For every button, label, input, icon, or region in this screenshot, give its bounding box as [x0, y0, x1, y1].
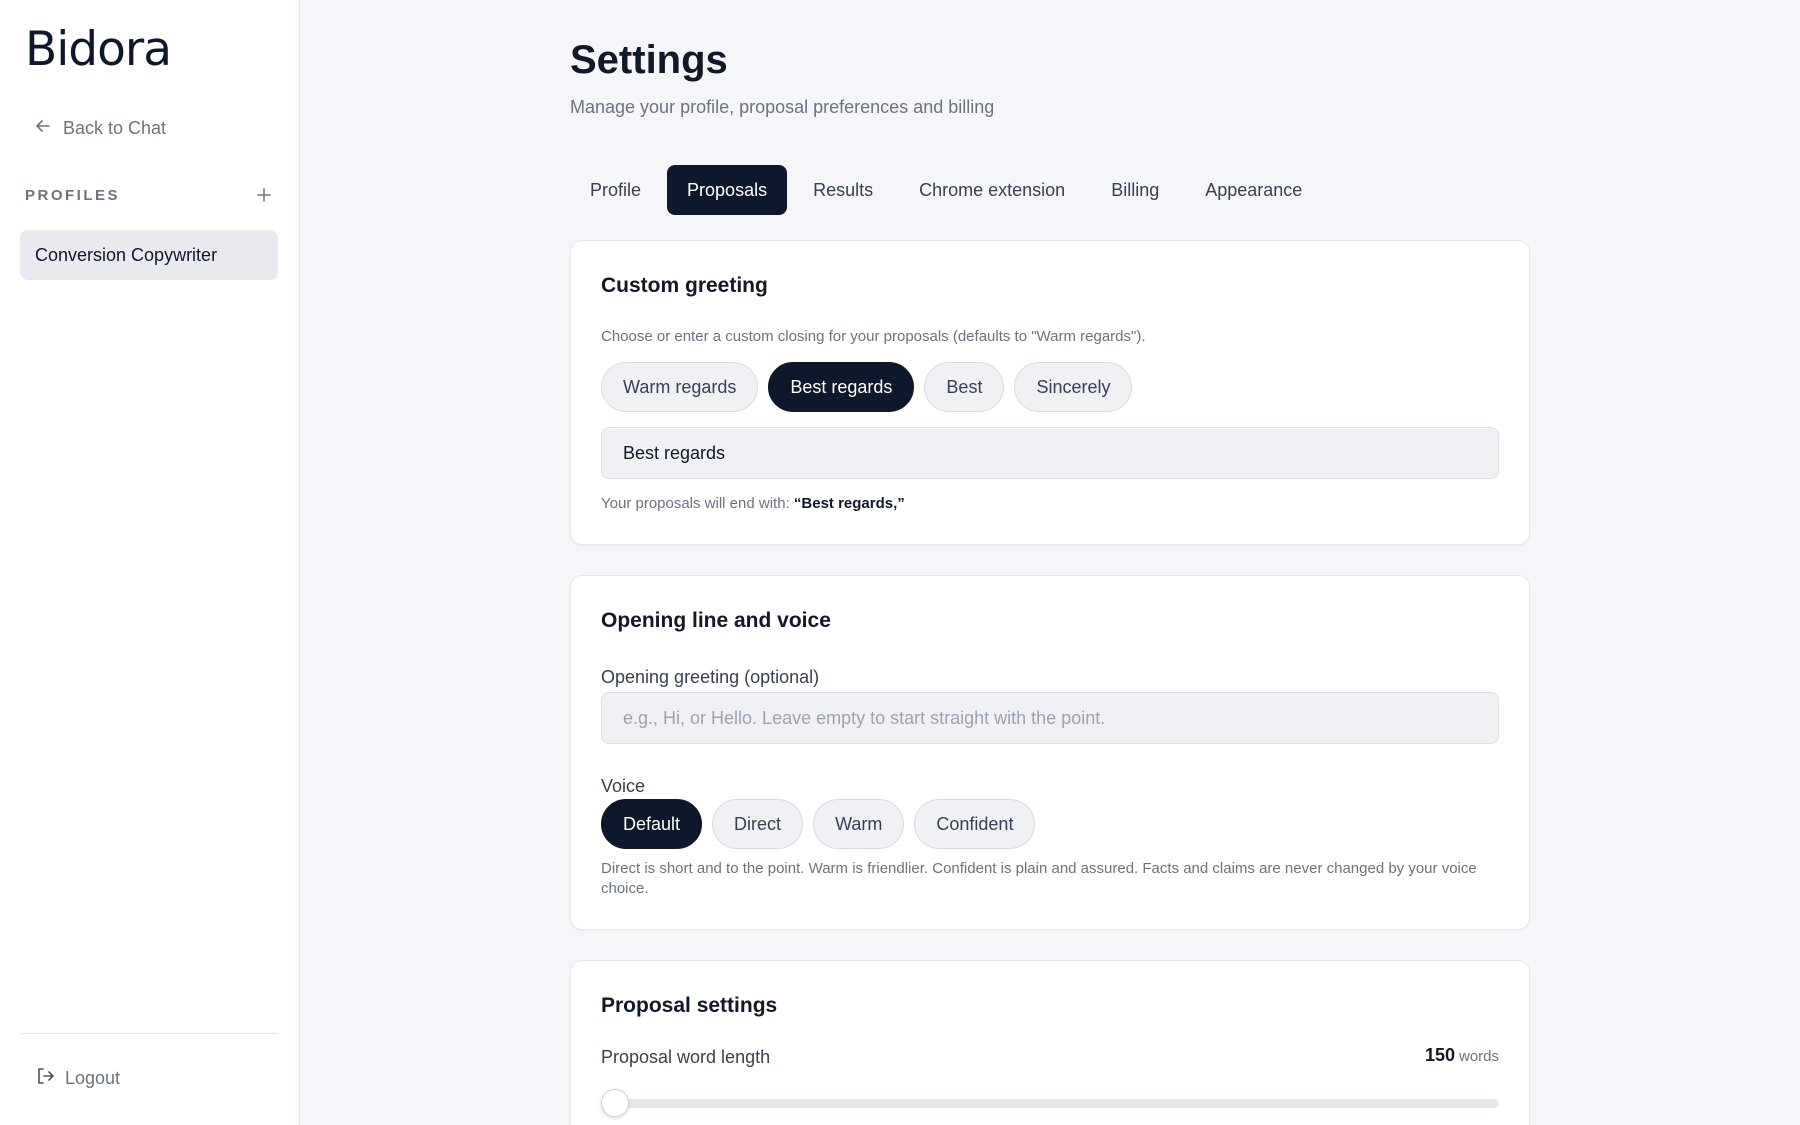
ending-preview-label: Your proposals will end with: [601, 495, 790, 512]
page-title: Settings [570, 38, 728, 82]
voice-option-confident[interactable]: Confident [914, 799, 1036, 849]
back-to-chat-label: Back to Chat [63, 117, 167, 138]
page-subtitle: Manage your profile, proposal preference… [570, 97, 995, 117]
word-length-unit: words [1458, 1048, 1499, 1065]
opening-greeting-label: Opening greeting (optional) [601, 667, 820, 687]
tab-results[interactable]: Results [793, 165, 893, 215]
profiles-header: PROFILES [25, 184, 275, 206]
logout-icon [35, 1066, 55, 1091]
settings-tabs: Profile Proposals Results Chrome extensi… [570, 165, 1322, 215]
voice-hint: Direct is short and to the point. Warm i… [601, 860, 1477, 897]
closing-option-best-regards[interactable]: Best regards [768, 362, 915, 412]
profiles-label: PROFILES [25, 186, 121, 204]
ending-preview-value: “Best regards,” [793, 495, 905, 512]
closing-options: Warm regards Best regards Best Sincerely [601, 362, 1133, 412]
custom-greeting-title: Custom greeting [601, 274, 768, 297]
brand-logo: Bidora [25, 22, 172, 77]
voice-option-warm[interactable]: Warm [813, 799, 905, 849]
tab-billing[interactable]: Billing [1091, 165, 1179, 215]
ending-preview: Your proposals will end with: “Best rega… [601, 495, 905, 512]
tab-profile[interactable]: Profile [570, 165, 661, 215]
add-profile-button[interactable] [253, 184, 275, 206]
voice-option-default[interactable]: Default [601, 799, 703, 849]
custom-closing-input[interactable] [601, 427, 1499, 479]
opening-voice-title: Opening line and voice [601, 609, 831, 632]
closing-option-sincerely[interactable]: Sincerely [1014, 362, 1133, 412]
voice-options: Default Direct Warm Confident [601, 799, 1036, 849]
profile-item-conversion-copywriter[interactable]: Conversion Copywriter [20, 230, 278, 280]
word-length-slider-thumb[interactable] [601, 1089, 629, 1117]
closing-option-best[interactable]: Best [924, 362, 1005, 412]
logout-label: Logout [65, 1067, 121, 1088]
tab-chrome-extension[interactable]: Chrome extension [899, 165, 1085, 215]
sidebar: Bidora Back to Chat PROFILES Conversion … [0, 0, 300, 1125]
opening-voice-card: Opening line and voice Opening greeting … [570, 575, 1530, 930]
tab-proposals[interactable]: Proposals [667, 165, 788, 215]
word-length-slider-track[interactable] [601, 1099, 1499, 1108]
tab-appearance[interactable]: Appearance [1185, 165, 1322, 215]
word-length-readout: 150 words [1425, 1045, 1499, 1066]
proposal-settings-card: Proposal settings Proposal word length 1… [570, 960, 1530, 1125]
logout-button[interactable]: Logout [35, 1064, 120, 1092]
plus-icon [257, 188, 271, 202]
word-length-label: Proposal word length [601, 1047, 771, 1067]
voice-option-direct[interactable]: Direct [712, 799, 804, 849]
word-length-value: 150 [1424, 1045, 1455, 1065]
closing-option-warm-regards[interactable]: Warm regards [601, 362, 759, 412]
sidebar-divider [20, 1033, 278, 1034]
custom-greeting-card: Custom greeting Choose or enter a custom… [570, 240, 1530, 545]
proposal-settings-title: Proposal settings [601, 994, 778, 1017]
opening-greeting-input[interactable] [601, 692, 1499, 744]
arrow-left-icon [33, 116, 53, 141]
voice-label: Voice [601, 776, 646, 796]
back-to-chat-link[interactable]: Back to Chat [33, 114, 166, 142]
custom-greeting-hint: Choose or enter a custom closing for you… [601, 328, 1146, 345]
